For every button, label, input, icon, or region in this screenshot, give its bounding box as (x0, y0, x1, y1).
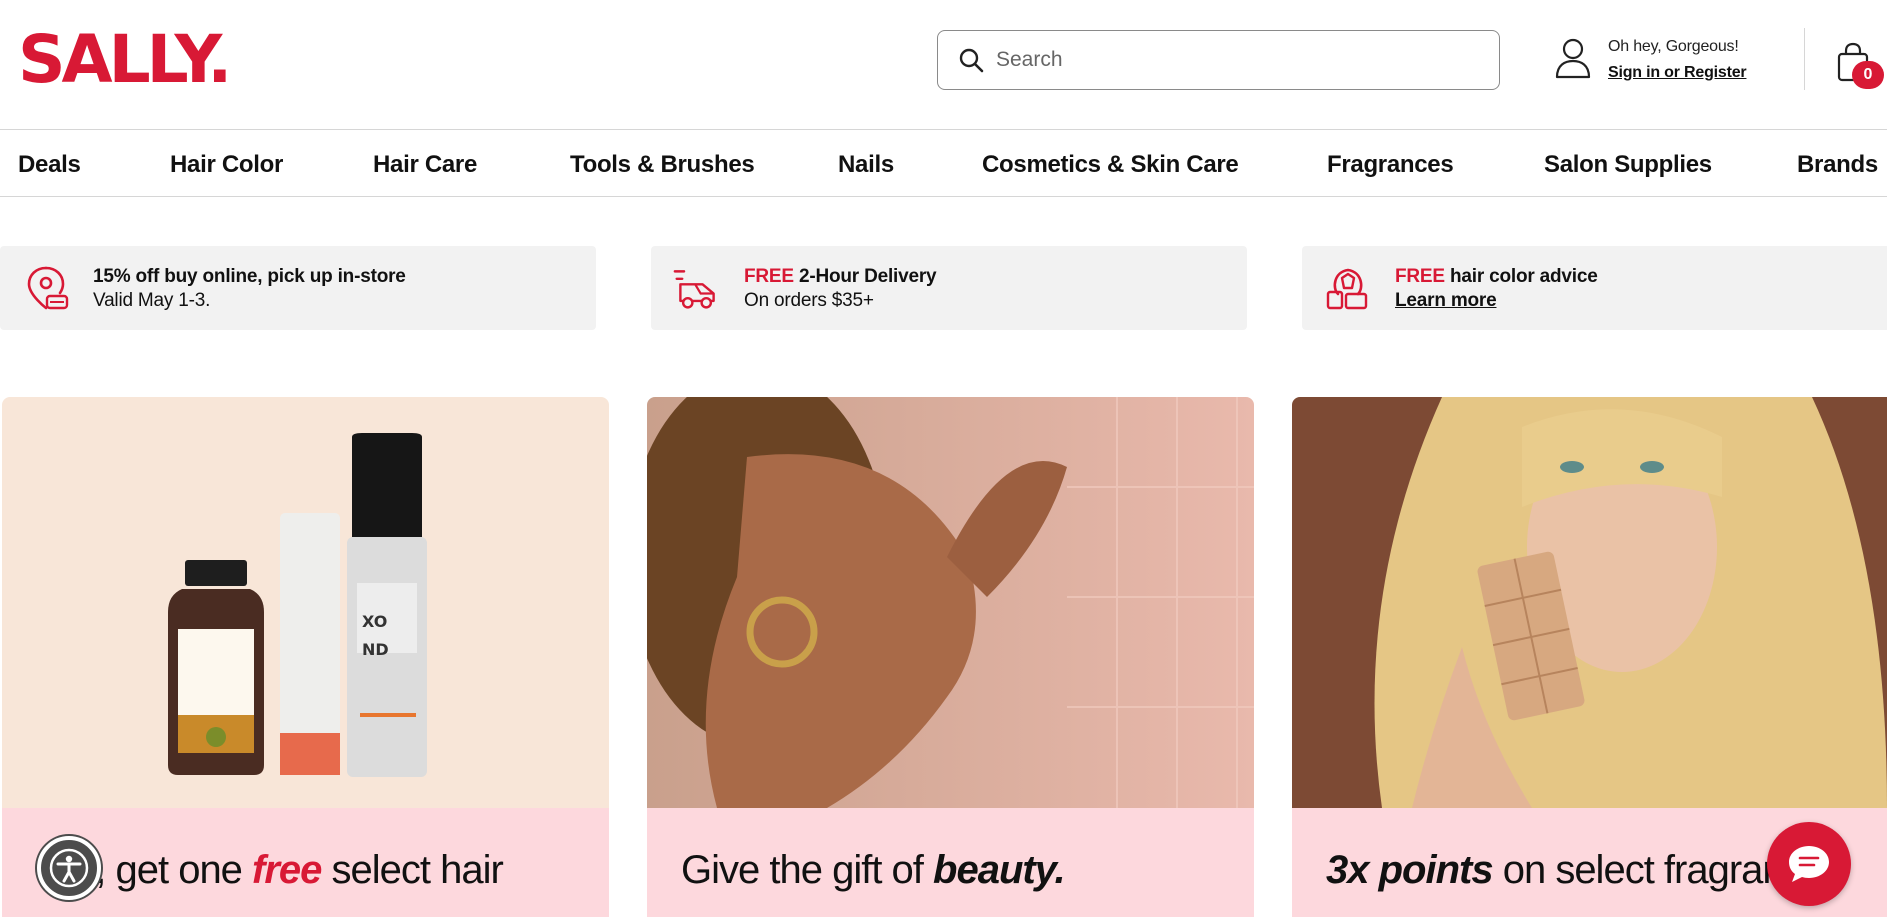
category-nav: Deals Hair Color Hair Care Tools & Brush… (0, 131, 1887, 197)
nav-item-hair-care[interactable]: Hair Care (373, 151, 477, 179)
sign-in-register-link[interactable]: Sign in or Register (1608, 64, 1747, 82)
nav-item-brands[interactable]: Brands (1797, 151, 1878, 179)
search-icon (959, 48, 984, 73)
nav-item-hair-color[interactable]: Hair Color (170, 151, 283, 179)
delivery-truck-icon (673, 270, 715, 309)
promo-card-gift-of-beauty[interactable]: Give the gift of beauty. (647, 397, 1254, 917)
accessibility-icon (49, 848, 89, 888)
search-input[interactable] (996, 48, 1476, 72)
store-pickup-icon (27, 266, 69, 310)
promo-pickup-subtitle: Valid May 1-3. (93, 290, 211, 311)
promo-advice-text: FREE hair color advice Learn more (1395, 265, 1598, 313)
nav-item-deals[interactable]: Deals (18, 151, 81, 179)
card-caption-text: two, get one free select hair (36, 848, 504, 892)
search-bar[interactable] (937, 30, 1500, 90)
learn-more-link[interactable]: Learn more (1395, 289, 1598, 313)
svg-text:XO: XO (362, 612, 387, 631)
promo-delivery-subtitle: On orders $35+ (744, 290, 874, 311)
promo-pickup-text: 15% off buy online, pick up in-store Val… (93, 265, 406, 313)
nav-item-cosmetics-skin-care[interactable]: Cosmetics & Skin Care (982, 151, 1239, 179)
account-icon[interactable] (1553, 37, 1593, 79)
promo-delivery-free: FREE (744, 266, 794, 287)
card-caption: Give the gift of beauty. (647, 808, 1254, 917)
account-greeting: Oh hey, Gorgeous! (1608, 38, 1739, 55)
sally-logo[interactable]: SALLY. (18, 22, 232, 98)
chat-button[interactable] (1767, 822, 1851, 906)
chat-icon (1789, 846, 1829, 882)
nav-item-salon-supplies[interactable]: Salon Supplies (1544, 151, 1712, 179)
hair-color-advice-icon (1326, 268, 1368, 310)
svg-text:ND: ND (362, 640, 389, 659)
promo-pickup-title: 15% off buy online, pick up in-store (93, 266, 406, 287)
nav-item-tools-brushes[interactable]: Tools & Brushes (570, 151, 755, 179)
accessibility-button[interactable] (37, 836, 101, 900)
card-caption-text: 3x points on select fragrance (1326, 848, 1825, 892)
fragrance-model-image (1292, 397, 1887, 808)
promo-card-hair-products[interactable]: XO ND two, get one free select hair (2, 397, 609, 917)
cart-count-badge[interactable]: 0 (1852, 61, 1884, 89)
hair-products-image: XO ND (2, 397, 609, 808)
woman-portrait-image (647, 397, 1254, 808)
caption-highlight: beauty. (933, 848, 1066, 892)
header-divider (1804, 28, 1805, 90)
caption-highlight: free (252, 848, 322, 892)
promo-delivery-title: 2-Hour Delivery (798, 266, 937, 287)
promo-delivery-text: FREE 2-Hour Delivery On orders $35+ (744, 265, 937, 313)
promo-pickup[interactable]: 15% off buy online, pick up in-store Val… (0, 246, 596, 330)
promo-advice-title: hair color advice (1449, 266, 1598, 287)
card-caption-text: Give the gift of beauty. (681, 848, 1066, 892)
nav-item-nails[interactable]: Nails (838, 151, 894, 179)
nav-item-fragrances[interactable]: Fragrances (1327, 151, 1454, 179)
promo-hair-color-advice[interactable]: FREE hair color advice Learn more (1302, 246, 1887, 330)
caption-highlight: 3x points (1326, 848, 1494, 892)
promo-advice-free: FREE (1395, 266, 1445, 287)
site-header: SALLY. Oh hey, Gorgeous! Sign in or Regi… (0, 0, 1887, 130)
promo-delivery[interactable]: FREE 2-Hour Delivery On orders $35+ (651, 246, 1247, 330)
